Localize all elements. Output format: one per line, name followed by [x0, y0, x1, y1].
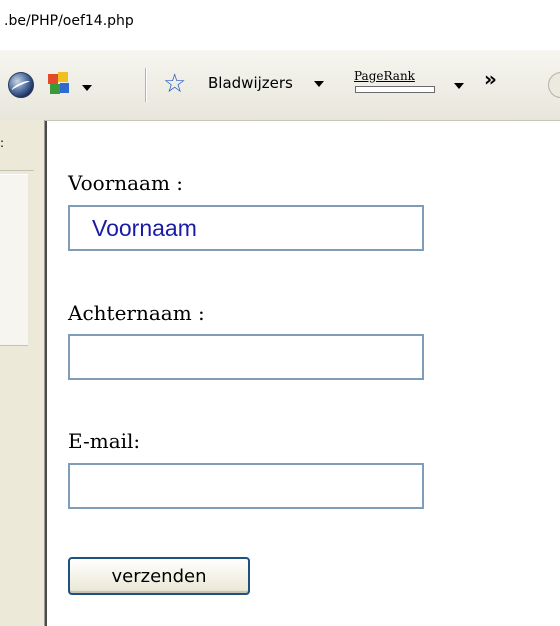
- browser-toolbar: ☆ Bladwijzers PageRank »: [0, 50, 560, 121]
- voornaam-input[interactable]: [68, 205, 424, 251]
- chevron-down-icon[interactable]: [314, 81, 324, 87]
- email-label: E-mail:: [68, 429, 141, 453]
- sidebar-tick: :: [0, 136, 5, 150]
- pagerank-label: PageRank: [354, 69, 415, 83]
- bookmarks-button[interactable]: Bladwijzers: [208, 74, 293, 92]
- chevron-down-icon[interactable]: [82, 85, 92, 91]
- overflow-chevron-icon[interactable]: »: [484, 69, 497, 89]
- globe-icon[interactable]: [8, 72, 34, 98]
- voornaam-label: Voornaam :: [68, 171, 184, 195]
- achternaam-input[interactable]: [68, 334, 424, 380]
- chevron-down-icon[interactable]: [454, 83, 464, 89]
- sidebar-row[interactable]: [0, 174, 28, 346]
- star-icon[interactable]: ☆: [163, 71, 186, 97]
- extensions-icon[interactable]: [48, 70, 70, 96]
- toolbar-button-partial[interactable]: [548, 72, 560, 98]
- pagerank-bar: [355, 86, 435, 93]
- sidebar-panel: :: [0, 120, 45, 626]
- sidebar-divider: [0, 170, 34, 171]
- achternaam-label: Achternaam :: [68, 301, 205, 325]
- url-text[interactable]: .be/PHP/oef14.php: [4, 13, 134, 29]
- page-content: Voornaam : Achternaam : E-mail: verzende…: [45, 121, 560, 626]
- submit-button[interactable]: verzenden: [68, 557, 250, 595]
- pagerank-widget[interactable]: PageRank: [354, 69, 436, 103]
- address-bar[interactable]: .be/PHP/oef14.php: [0, 0, 560, 51]
- email-input[interactable]: [68, 463, 424, 509]
- toolbar-divider: [145, 68, 146, 102]
